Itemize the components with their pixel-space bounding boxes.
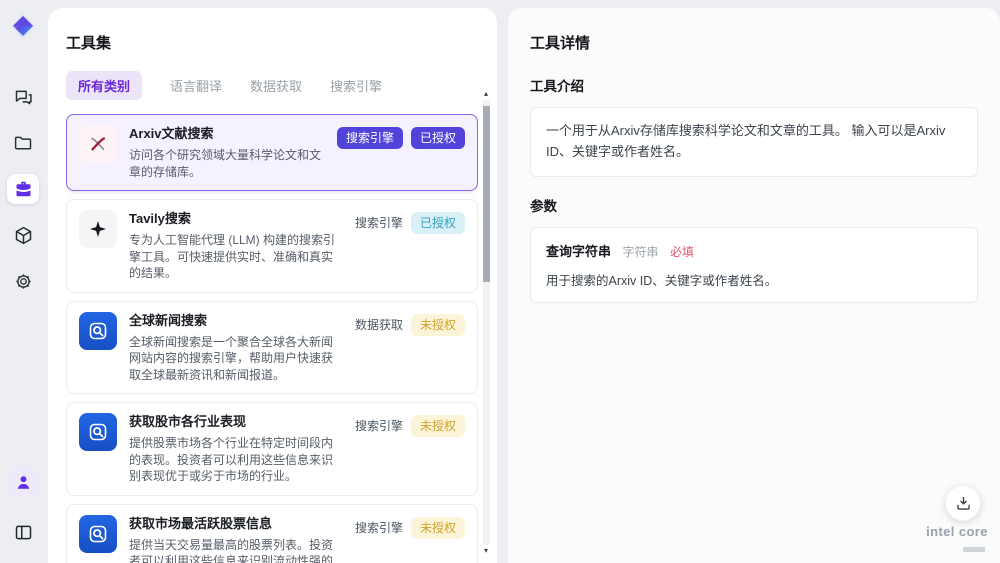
scrollbar-thumb[interactable] (482, 106, 490, 282)
tool-card[interactable]: 全球新闻搜索 全球新闻搜索是一个聚合全球各大新闻网站内容的搜索引擎，帮助用户快速… (66, 300, 478, 394)
tool-text: 获取股市各行业表现 提供股票市场各个行业在特定时间段内的表现。投资者可以利用这些… (129, 413, 343, 485)
tool-card[interactable]: Arxiv文献搜索 访问各个研究领域大量科学论文和文章的存储库。 搜索引擎 已授… (66, 114, 478, 191)
tool-list: Arxiv文献搜索 访问各个研究领域大量科学论文和文章的存储库。 搜索引擎 已授… (66, 114, 478, 563)
intel-core-submark (963, 547, 985, 552)
tool-card[interactable]: Tavily搜索 专为人工智能代理 (LLM) 构建的搜索引擎工具。可快速提供实… (66, 199, 478, 293)
tool-icon (79, 125, 117, 163)
tool-description: 提供股票市场各个行业在特定时间段内的表现。投资者可以利用这些信息来识别表现优于或… (129, 436, 334, 483)
sidebar-item-profile[interactable] (7, 467, 39, 497)
folder-icon (14, 136, 31, 149)
tool-name: Tavily搜索 (129, 211, 191, 226)
user-icon (17, 475, 29, 489)
auth-status-badge: 已授权 (410, 127, 465, 149)
tool-description: 提供当天交易量最高的股票列表。投资者可以利用这些信息来识别流动性强的股票和潜在的… (129, 537, 334, 563)
sidebar-item-models[interactable] (7, 220, 39, 250)
auth-status-badge: 未授权 (410, 313, 465, 336)
intel-core-logo: intel core (915, 524, 999, 557)
download-icon (956, 496, 970, 510)
detail-title: 工具详情 (530, 35, 591, 52)
sidebar-item-tools[interactable] (7, 174, 39, 204)
tool-icon (79, 514, 117, 553)
search-logo-icon (89, 322, 107, 339)
tool-badges: 搜索引擎 未授权 (355, 413, 465, 437)
sidebar-nav (7, 74, 39, 304)
tool-name: 获取市场最活跃股票信息 (129, 515, 273, 531)
tool-icon (79, 311, 117, 350)
tool-name: Arxiv文献搜索 (129, 126, 214, 141)
param-required-flag: 必填 (669, 244, 694, 259)
sidebar-item-chat[interactable] (7, 82, 39, 112)
category-badge: 搜索引擎 (354, 216, 403, 230)
tool-name: 全球新闻搜索 (129, 312, 208, 328)
params-heading: 参数 (530, 198, 557, 214)
intro-heading: 工具介绍 (530, 79, 584, 94)
page-title: 工具集 (66, 35, 112, 52)
cube-icon (15, 226, 31, 244)
intro-box: 一个用于从Arxiv存储库搜索科学论文和文章的工具。 输入可以是Arxiv ID… (530, 107, 978, 177)
auth-status-badge: 未授权 (410, 415, 465, 437)
param-name: 查询字符串 (546, 243, 612, 259)
panel-toggle-icon (15, 525, 31, 539)
auth-status-badge: 未授权 (410, 516, 465, 539)
chat-icon (15, 90, 32, 104)
sidebar-item-panel-toggle[interactable] (7, 517, 39, 547)
param-description: 用于搜索的Arxiv ID、关键字或作者姓名。 (546, 273, 778, 288)
tool-description: 访问各个研究领域大量科学论文和文章的存储库。 (129, 148, 322, 179)
search-logo-icon (89, 423, 107, 441)
tool-description: 专为人工智能代理 (LLM) 构建的搜索引擎工具。可快速提供实时、准确和真实的结… (129, 233, 336, 280)
gear-icon (15, 273, 31, 289)
scrollbar-track[interactable] (482, 100, 490, 545)
tool-text: 全球新闻搜索 全球新闻搜索是一个聚合全球各大新闻网站内容的搜索引擎，帮助用户快速… (129, 312, 343, 384)
list-scrollbar[interactable]: ▴ ▾ (481, 90, 491, 555)
tool-description: 全球新闻搜索是一个聚合全球各大新闻网站内容的搜索引擎，帮助用户快速获取全球最新资… (129, 334, 334, 382)
tool-badges: 数据获取 未授权 (355, 312, 465, 336)
tool-badges: 搜索引擎 已授权 (355, 210, 465, 234)
category-badge: 搜索引擎 (354, 419, 403, 433)
tool-card[interactable]: 获取市场最活跃股票信息 提供当天交易量最高的股票列表。投资者可以利用这些信息来识… (66, 503, 478, 563)
tool-card[interactable]: 获取股市各行业表现 提供股票市场各个行业在特定时间段内的表现。投资者可以利用这些… (66, 402, 478, 496)
sidebar-item-files[interactable] (7, 128, 39, 158)
category-badge: 数据获取 (354, 317, 403, 332)
tool-badges: 搜索引擎 已授权 (336, 125, 465, 149)
arxiv-icon (91, 137, 106, 151)
search-logo-icon (89, 525, 107, 542)
sidebar (0, 0, 46, 563)
scroll-down-icon[interactable]: ▾ (484, 547, 488, 555)
category-badge: 搜索引擎 (354, 520, 403, 535)
download-button[interactable] (945, 485, 981, 521)
category-tab[interactable]: 数据获取 (250, 71, 302, 100)
category-badge: 搜索引擎 (336, 127, 403, 149)
scroll-up-icon[interactable]: ▴ (484, 90, 488, 98)
category-tabs: 所有类别 语言翻译 数据获取 搜索引擎 (66, 71, 497, 100)
category-tab[interactable]: 语言翻译 (170, 71, 222, 100)
tool-name: 获取股市各行业表现 (129, 414, 247, 429)
params-box: 查询字符串 字符串 必填 用于搜索的Arxiv ID、关键字或作者姓名。 (530, 226, 978, 303)
tool-detail-panel: 工具详情 工具介绍 一个用于从Arxiv存储库搜索科学论文和文章的工具。 输入可… (508, 8, 1000, 563)
tool-text: Arxiv文献搜索 访问各个研究领域大量科学论文和文章的存储库。 (129, 125, 325, 180)
param-row: 查询字符串 字符串 必填 用于搜索的Arxiv ID、关键字或作者姓名。 (546, 241, 962, 289)
auth-status-badge: 已授权 (410, 212, 465, 234)
category-tab[interactable]: 所有类别 (66, 71, 143, 100)
tool-text: 获取市场最活跃股票信息 提供当天交易量最高的股票列表。投资者可以利用这些信息来识… (129, 515, 343, 563)
toolbox-icon (16, 181, 30, 196)
gem-logo-icon (11, 13, 35, 39)
tool-icon (79, 210, 117, 248)
category-tab[interactable]: 搜索引擎 (330, 71, 382, 100)
tavily-star-icon (90, 221, 106, 237)
tool-badges: 搜索引擎 未授权 (355, 515, 465, 539)
tools-panel: 工具集 所有类别 语言翻译 数据获取 搜索引擎 Arxiv文献搜索 访问各个研究… (48, 8, 497, 563)
app-logo[interactable] (7, 10, 39, 42)
sidebar-bottom (7, 459, 39, 563)
intro-text: 一个用于从Arxiv存储库搜索科学论文和文章的工具。 输入可以是Arxiv ID… (546, 123, 946, 159)
tool-text: Tavily搜索 专为人工智能代理 (LLM) 构建的搜索引擎工具。可快速提供实… (129, 210, 343, 282)
param-head: 查询字符串 字符串 必填 (546, 241, 962, 261)
intel-core-text: intel core (926, 524, 988, 539)
sidebar-item-settings[interactable] (7, 266, 39, 296)
tool-icon (79, 413, 117, 451)
param-type: 字符串 (622, 244, 659, 259)
